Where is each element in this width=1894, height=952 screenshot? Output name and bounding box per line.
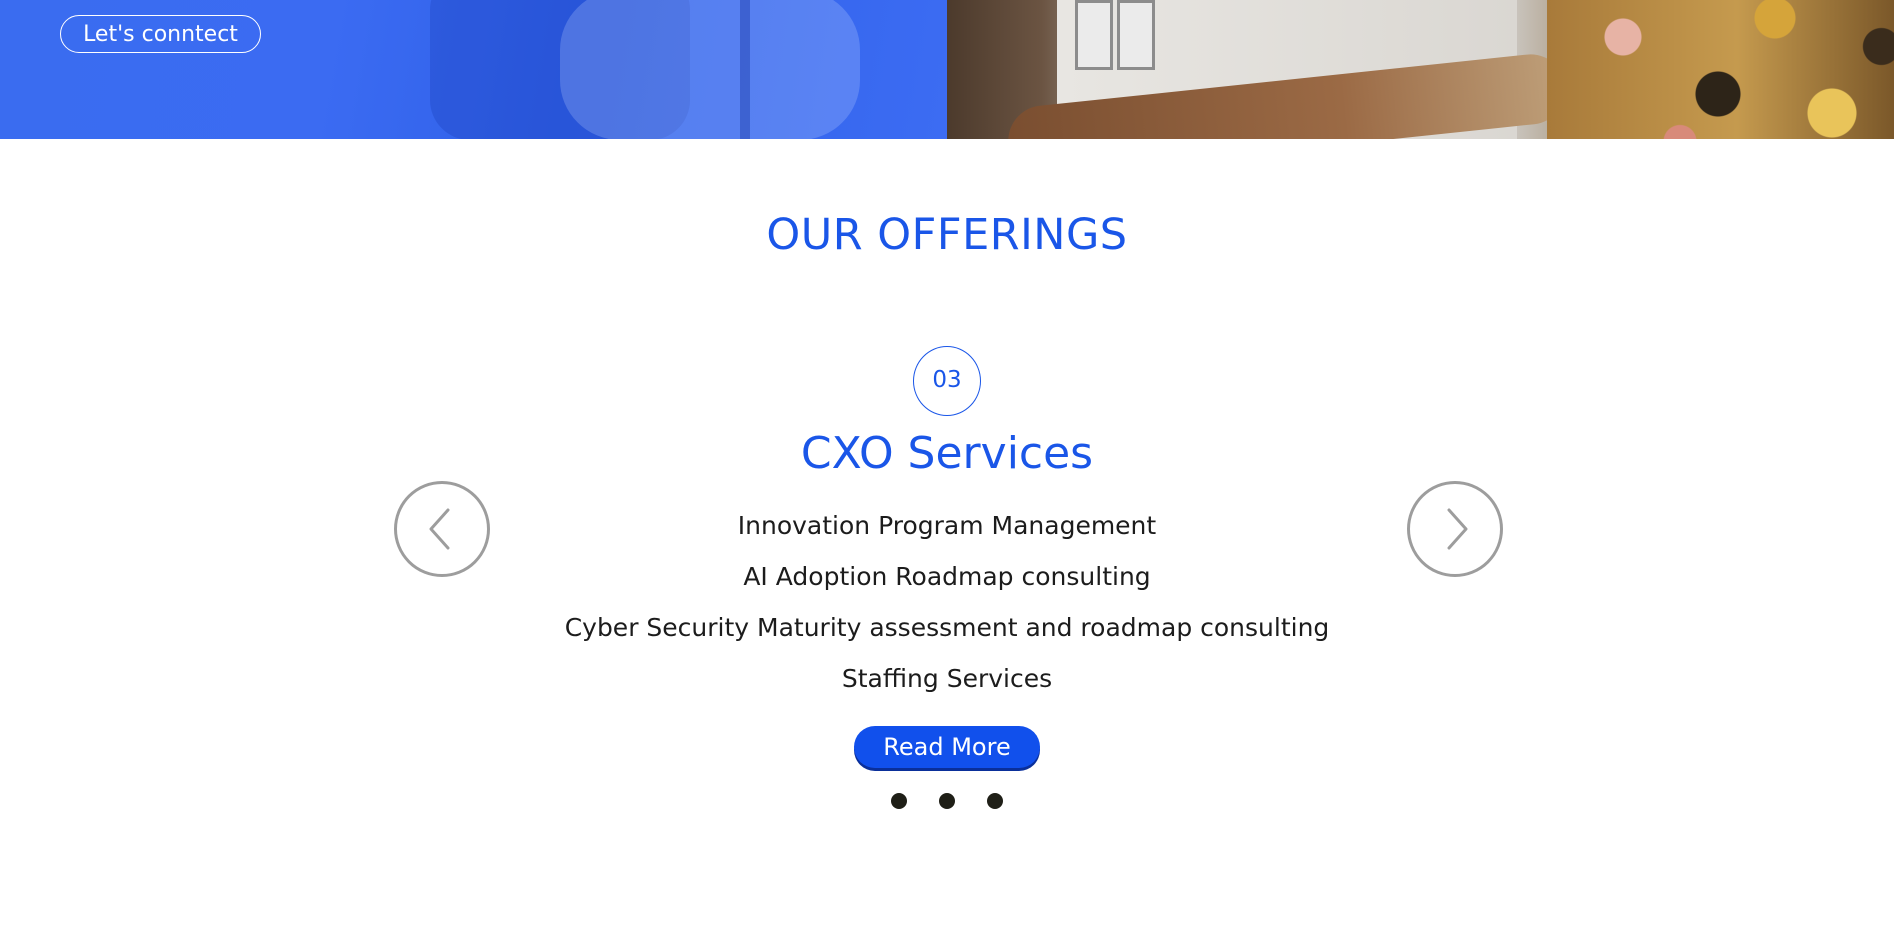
read-more-button[interactable]: Read More	[854, 726, 1040, 768]
hero-picture-frame	[1075, 0, 1113, 70]
hero-left-shape	[560, 0, 860, 139]
hero-left-image: Let's conntect	[0, 0, 947, 139]
lets-connect-button[interactable]: Let's conntect	[60, 15, 261, 53]
hero-floral-pattern	[1547, 0, 1894, 139]
hero-banner: Let's conntect	[0, 0, 1894, 139]
list-item: Staffing Services	[841, 664, 1053, 693]
hero-left-shape	[740, 0, 750, 139]
slide-number-badge: 03	[913, 346, 981, 416]
section-title: OUR OFFERINGS	[766, 210, 1128, 260]
pagination-dot[interactable]	[987, 793, 1003, 809]
list-item: Innovation Program Management	[737, 511, 1157, 540]
carousel-pagination	[891, 793, 1003, 811]
pagination-dot[interactable]	[939, 793, 955, 809]
hero-picture-frame	[1117, 0, 1155, 70]
list-item: Cyber Security Maturity assessment and r…	[564, 613, 1330, 642]
offering-list: Innovation Program Management AI Adoptio…	[0, 506, 1894, 710]
hero-right-image	[947, 0, 1894, 139]
pagination-dot[interactable]	[891, 793, 907, 809]
list-item: AI Adoption Roadmap consulting	[743, 562, 1151, 591]
slide-title: CXO Services	[800, 428, 1094, 479]
